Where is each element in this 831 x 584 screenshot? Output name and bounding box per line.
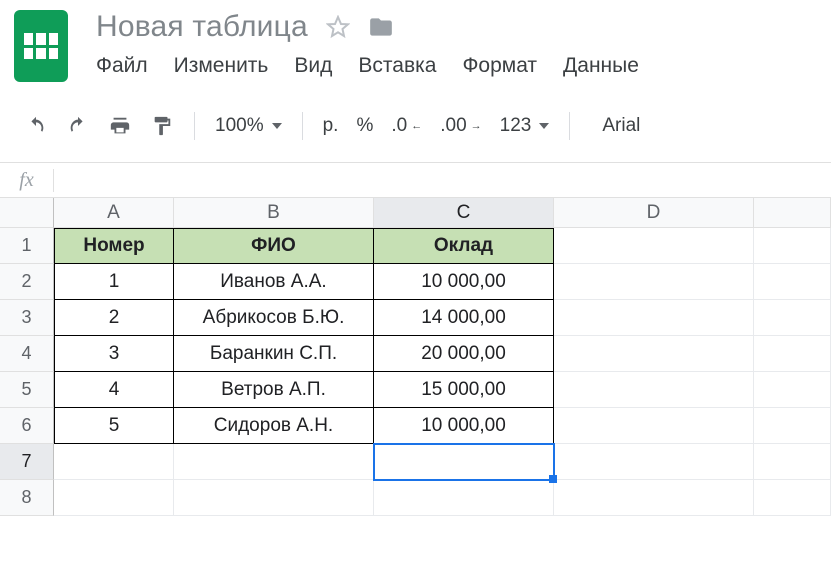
menu-data[interactable]: Данные (563, 54, 639, 78)
formula-input[interactable] (54, 163, 831, 197)
cell-B1[interactable]: ФИО (174, 228, 374, 264)
select-all-corner[interactable] (0, 198, 54, 228)
row-head-5[interactable]: 5 (0, 372, 54, 408)
row-head-4[interactable]: 4 (0, 336, 54, 372)
separator (194, 112, 195, 140)
format-percent-button[interactable]: % (350, 115, 379, 137)
header: Новая таблица Файл Изменить Вид Вставка … (0, 0, 831, 82)
col-head-b[interactable]: B (174, 198, 374, 228)
cell-A8[interactable] (54, 480, 174, 516)
cell-B8[interactable] (174, 480, 374, 516)
cell-C2[interactable]: 10 000,00 (374, 264, 554, 300)
cell-D5[interactable] (554, 372, 754, 408)
cell-A3[interactable]: 2 (54, 300, 174, 336)
col-head-e[interactable] (754, 198, 831, 228)
separator (302, 112, 303, 140)
cell-D3[interactable] (554, 300, 754, 336)
cell-E3[interactable] (754, 300, 831, 336)
cell-C1[interactable]: Оклад (374, 228, 554, 264)
menu-edit[interactable]: Изменить (174, 54, 269, 78)
sheets-logo[interactable] (14, 10, 68, 82)
formula-bar: fx (0, 162, 831, 198)
chevron-down-icon (272, 123, 282, 129)
number-format-dropdown[interactable]: 123 (494, 115, 556, 137)
cell-E6[interactable] (754, 408, 831, 444)
cell-E5[interactable] (754, 372, 831, 408)
cell-C4[interactable]: 20 000,00 (374, 336, 554, 372)
increase-decimal-button[interactable]: .00→ (434, 115, 487, 137)
cell-A5[interactable]: 4 (54, 372, 174, 408)
folder-icon[interactable] (368, 14, 394, 40)
cell-B7[interactable] (174, 444, 374, 480)
print-icon[interactable] (102, 108, 138, 144)
cell-D6[interactable] (554, 408, 754, 444)
cell-C3[interactable]: 14 000,00 (374, 300, 554, 336)
fx-label: fx (0, 169, 54, 192)
redo-icon[interactable] (60, 108, 96, 144)
cell-A2[interactable]: 1 (54, 264, 174, 300)
cell-B2[interactable]: Иванов А.А. (174, 264, 374, 300)
cell-B4[interactable]: Баранкин С.П. (174, 336, 374, 372)
cell-E8[interactable] (754, 480, 831, 516)
col-head-c[interactable]: C (374, 198, 554, 228)
cell-D7[interactable] (554, 444, 754, 480)
chevron-down-icon (539, 123, 549, 129)
cell-E1[interactable] (754, 228, 831, 264)
cell-D8[interactable] (554, 480, 754, 516)
cell-E2[interactable] (754, 264, 831, 300)
menu-view[interactable]: Вид (294, 54, 332, 78)
row-head-3[interactable]: 3 (0, 300, 54, 336)
separator (569, 112, 570, 140)
sheets-icon (24, 33, 58, 59)
spreadsheet-grid[interactable]: A B C D 1 Номер ФИО Оклад 2 1 Иванов А.А… (0, 198, 831, 516)
row-head-1[interactable]: 1 (0, 228, 54, 264)
cell-A1[interactable]: Номер (54, 228, 174, 264)
star-icon[interactable] (326, 15, 350, 39)
paint-format-icon[interactable] (144, 108, 180, 144)
font-family-dropdown[interactable]: Arial (584, 115, 646, 137)
toolbar: 100% р. % .0← .00→ 123 Arial (0, 104, 831, 148)
cell-C7[interactable] (374, 444, 554, 480)
row-head-8[interactable]: 8 (0, 480, 54, 516)
undo-icon[interactable] (18, 108, 54, 144)
cell-B3[interactable]: Абрикосов Б.Ю. (174, 300, 374, 336)
cell-C5[interactable]: 15 000,00 (374, 372, 554, 408)
selection-handle[interactable] (549, 475, 557, 483)
col-head-a[interactable]: A (54, 198, 174, 228)
row-head-2[interactable]: 2 (0, 264, 54, 300)
cell-A4[interactable]: 3 (54, 336, 174, 372)
cell-D2[interactable] (554, 264, 754, 300)
cell-B5[interactable]: Ветров А.П. (174, 372, 374, 408)
menu-bar: Файл Изменить Вид Вставка Формат Данные (96, 54, 817, 78)
row-head-7[interactable]: 7 (0, 444, 54, 480)
col-head-d[interactable]: D (554, 198, 754, 228)
cell-D4[interactable] (554, 336, 754, 372)
zoom-dropdown[interactable]: 100% (209, 115, 288, 137)
cell-E4[interactable] (754, 336, 831, 372)
cell-A7[interactable] (54, 444, 174, 480)
cell-C6[interactable]: 10 000,00 (374, 408, 554, 444)
cell-A6[interactable]: 5 (54, 408, 174, 444)
row-head-6[interactable]: 6 (0, 408, 54, 444)
decrease-decimal-button[interactable]: .0← (385, 115, 428, 137)
cell-D1[interactable] (554, 228, 754, 264)
cell-E7[interactable] (754, 444, 831, 480)
zoom-value: 100% (215, 115, 264, 137)
format-currency-button[interactable]: р. (317, 115, 345, 137)
document-title[interactable]: Новая таблица (96, 10, 308, 44)
menu-insert[interactable]: Вставка (358, 54, 436, 78)
cell-C8[interactable] (374, 480, 554, 516)
menu-format[interactable]: Формат (462, 54, 537, 78)
cell-B6[interactable]: Сидоров А.Н. (174, 408, 374, 444)
menu-file[interactable]: Файл (96, 54, 148, 78)
